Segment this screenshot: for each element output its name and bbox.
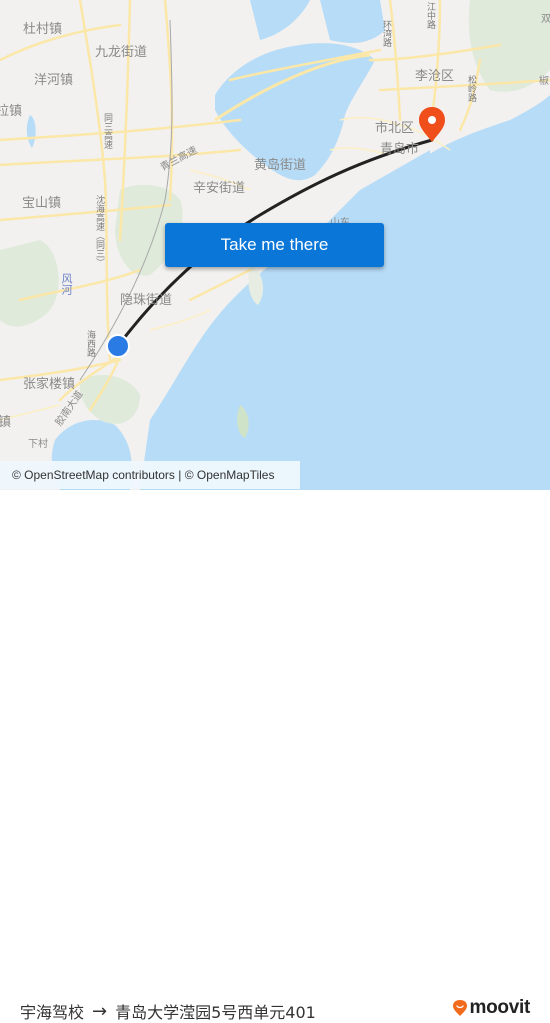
map-label: 隐珠街道 (120, 293, 173, 308)
route-title: 宇海驾校 → 青岛大学滢园5号西单元401 (20, 999, 316, 1023)
road-label: 江中路 (425, 2, 435, 29)
map-label: 青岛市 (380, 142, 420, 157)
take-me-there-button[interactable]: Take me there (165, 223, 384, 267)
map-label: 辛安街道 (193, 181, 246, 196)
destination-name: 青岛大学滢园5号西单元401 (115, 1003, 316, 1022)
road-label: 环湾路 (381, 20, 391, 47)
map-label: 杜村镇 (23, 22, 63, 37)
map-label: 拉镇 (0, 104, 23, 119)
origin-name: 宇海驾校 (20, 1003, 85, 1022)
map-label: 下村 (28, 439, 48, 450)
map-label: 九龙街道 (95, 45, 148, 60)
map-label: 李沧区 (415, 69, 455, 84)
map-label: 镇 (0, 415, 12, 430)
map-label: 椒 (539, 76, 549, 87)
moovit-pin-icon (452, 1000, 467, 1016)
map-label: 双 (541, 14, 550, 25)
road-label: 同三高速 (102, 113, 112, 149)
map-label: 市北区 (375, 121, 415, 136)
arrow-right-icon: → (92, 1000, 108, 1022)
map-label: 张家楼镇 (23, 377, 76, 392)
footer: 宇海驾校 → 青岛大学滢园5号西单元401 moovit (0, 490, 550, 1022)
road-label: 海西路 (85, 330, 95, 357)
road-label: 松岭路 (466, 75, 476, 102)
river-label: 风河 (60, 273, 73, 295)
origin-marker (106, 334, 130, 358)
moovit-wordmark: moovit (469, 997, 531, 1018)
map-label: 宝山镇 (22, 196, 62, 211)
map-label: 黄岛街道 (254, 158, 307, 173)
map-label: 洋河镇 (34, 73, 74, 88)
moovit-logo[interactable]: moovit (452, 997, 530, 1019)
road-label: 沈海高速（同三） (94, 195, 104, 267)
map[interactable]: 杜村镇 九龙街道 洋河镇 拉镇 宝山镇 黄岛街道 辛安街道 隐珠街道 张家楼镇 … (0, 0, 550, 490)
map-attribution: © OpenStreetMap contributors | © OpenMap… (0, 461, 300, 489)
